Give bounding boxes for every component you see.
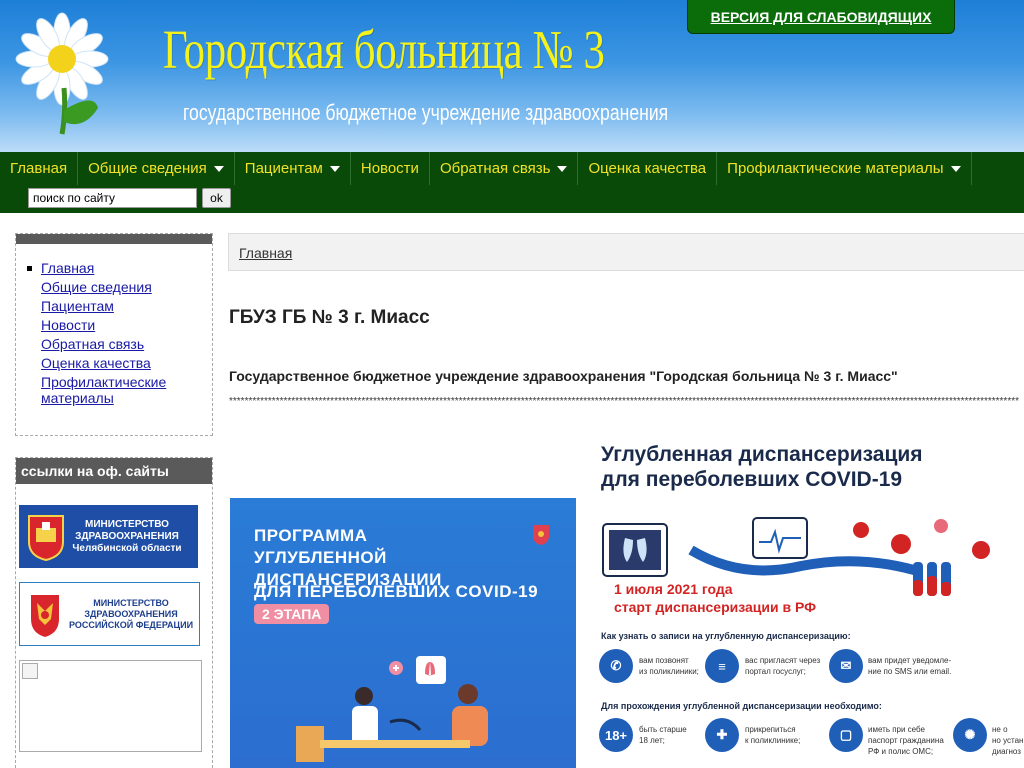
broken-image-banner[interactable] (19, 660, 202, 752)
covid-dispensary-poster[interactable]: Углубленная диспансеризация для переболе… (579, 430, 1024, 768)
nav-item-label: Главная (10, 160, 68, 177)
info-text: вас пригласят через (745, 656, 821, 665)
sidebar-block-header (16, 234, 212, 244)
chelyabinsk-coat-of-arms-icon (28, 514, 64, 561)
search-submit-button[interactable]: ok (202, 188, 231, 208)
dropdown-caret-icon (557, 165, 568, 172)
nav-item-label: Профилактические материалы (727, 160, 944, 177)
official-links-title: ссылки на оф. сайты (16, 458, 212, 484)
how-to-know-heading: Как узнать о записи на углубленную диспа… (601, 631, 851, 641)
chelyabinsk-health-ministry-banner[interactable]: МИНИСТЕРСТВО ЗДРАВООХРАНЕНИЯ Челябинской… (19, 505, 198, 568)
site-subtitle: государственное бюджетное учреждение здр… (183, 100, 669, 125)
covid-program-poster[interactable]: ПРОГРАММА УГЛУБЛЕННОЙ ДИСПАНСЕРИЗАЦИИ ДЛ… (230, 498, 576, 768)
nav-item-patients[interactable]: Пациентам (235, 152, 351, 185)
sidebar-menu-block: Главная Общие сведения Пациентам Новости… (15, 233, 213, 436)
sidebar-item-feedback[interactable]: Обратная связь (41, 336, 212, 352)
nav-item-label: Общие сведения (88, 160, 207, 177)
info-text: паспорт гражданина (868, 736, 944, 745)
poster-line: ПРОГРАММА (254, 526, 368, 545)
doctor-patient-illustration (296, 656, 488, 762)
russia-emblem-icon (533, 525, 549, 545)
daisy-logo-icon[interactable] (14, 12, 110, 136)
sidebar-item-home[interactable]: Главная (27, 260, 212, 276)
banner-caption: МИНИСТЕРСТВО ЗДРАВООХРАНЕНИЯ РОССИЙСКОЙ … (68, 597, 194, 630)
start-date-line2: старт диспансеризации в РФ (614, 599, 817, 615)
nav-item-news[interactable]: Новости (351, 152, 430, 185)
search-input[interactable] (28, 188, 197, 208)
dropdown-caret-icon (213, 165, 224, 172)
sidebar-item-preventive-materials[interactable]: Профилактические материалы (41, 374, 212, 406)
russia-health-ministry-banner[interactable]: МИНИСТЕРСТВО ЗДРАВООХРАНЕНИЯ РОССИЙСКОЙ … (19, 582, 200, 646)
info-text: иметь при себе (868, 725, 925, 734)
info-text: из поликлиники; (639, 667, 699, 676)
stages-badge: 2 ЭТАПА (254, 604, 330, 624)
info-text: не о (992, 725, 1008, 734)
banner-caption: МИНИСТЕРСТВО ЗДРАВООХРАНЕНИЯ Челябинской… (72, 518, 182, 554)
poster-title-line2: для переболевших COVID-19 (601, 468, 903, 491)
sidebar-item-patients[interactable]: Пациентам (41, 298, 212, 314)
info-text: к поликлинике; (745, 736, 801, 745)
russia-coat-of-arms-icon (31, 595, 59, 637)
nav-item-feedback[interactable]: Обратная связь (430, 152, 579, 185)
poster-line: ДЛЯ ПЕРЕБОЛЕВШИХ COVID-19 (254, 582, 539, 601)
official-links-block: ссылки на оф. сайты МИНИСТЕРСТВО ЗДРАВОО… (15, 457, 213, 768)
nav-item-label: Пациентам (244, 160, 323, 177)
passport-icon: ▢ (829, 718, 863, 752)
sidebar-item-general-info[interactable]: Общие сведения (41, 279, 212, 295)
info-text: 18 лет; (639, 736, 665, 745)
nav-item-label: Оценка качества (588, 160, 707, 177)
requirements-heading: Для прохождения углубленной диспансериза… (601, 701, 882, 711)
document-icon: ≡ (705, 649, 739, 683)
breadcrumb-home-link[interactable]: Главная (239, 245, 292, 261)
page-title: ГБУЗ ГБ № 3 г. Миасс (229, 307, 430, 328)
site-header: Городская больница № 3 государственное б… (0, 0, 1024, 152)
phone-icon: ✆ (599, 649, 633, 683)
breadcrumb: Главная (228, 233, 1024, 271)
hospital-icon: ✚ (705, 718, 739, 752)
separator-stars: ****************************************… (229, 396, 1019, 407)
info-text: прикрепиться (745, 725, 796, 734)
nav-item-quality-rating[interactable]: Оценка качества (578, 152, 718, 185)
dropdown-caret-icon (950, 165, 961, 172)
info-text: быть старше (639, 725, 687, 734)
dropdown-caret-icon (329, 165, 340, 172)
nav-item-label: Обратная связь (439, 160, 551, 177)
broken-image-icon (22, 663, 38, 679)
low-vision-version-button[interactable]: ВЕРСИЯ ДЛЯ СЛАБОВИДЯЩИХ (687, 0, 955, 34)
nav-item-label: Новости (360, 160, 419, 177)
poster-title-line1: Углубленная диспансеризация (601, 443, 923, 466)
nav-item-preventive-materials[interactable]: Профилактические материалы (717, 152, 972, 185)
info-text: но устан (992, 736, 1024, 745)
info-text: диагноз (992, 747, 1021, 756)
info-text: вам придет уведомле- (868, 656, 952, 665)
sidebar-item-news[interactable]: Новости (41, 317, 212, 333)
nav-item-general-info[interactable]: Общие сведения (78, 152, 235, 185)
poster-line: УГЛУБЛЕННОЙ (254, 548, 387, 567)
site-title: Городская больница № 3 (163, 19, 605, 80)
info-text: РФ и полис ОМС; (868, 747, 934, 756)
info-text: портал госуслуг; (745, 667, 806, 676)
nav-menu: Главная Общие сведения Пациентам Новости… (0, 152, 972, 185)
sidebar-menu: Главная Общие сведения Пациентам Новости… (16, 244, 212, 406)
nav-item-home[interactable]: Главная (0, 152, 79, 185)
info-text: ние по SMS или email. (868, 667, 952, 676)
intro-text: Государственное бюджетное учреждение здр… (229, 368, 898, 384)
sidebar-item-quality-rating[interactable]: Оценка качества (41, 355, 212, 371)
virus-icon: ✺ (953, 718, 987, 752)
chat-icon: ✉ (829, 649, 863, 683)
start-date-line1: 1 июля 2021 года (614, 581, 733, 597)
age-18-badge: 18+ (599, 718, 633, 752)
info-text: вам позвонят (639, 656, 689, 665)
